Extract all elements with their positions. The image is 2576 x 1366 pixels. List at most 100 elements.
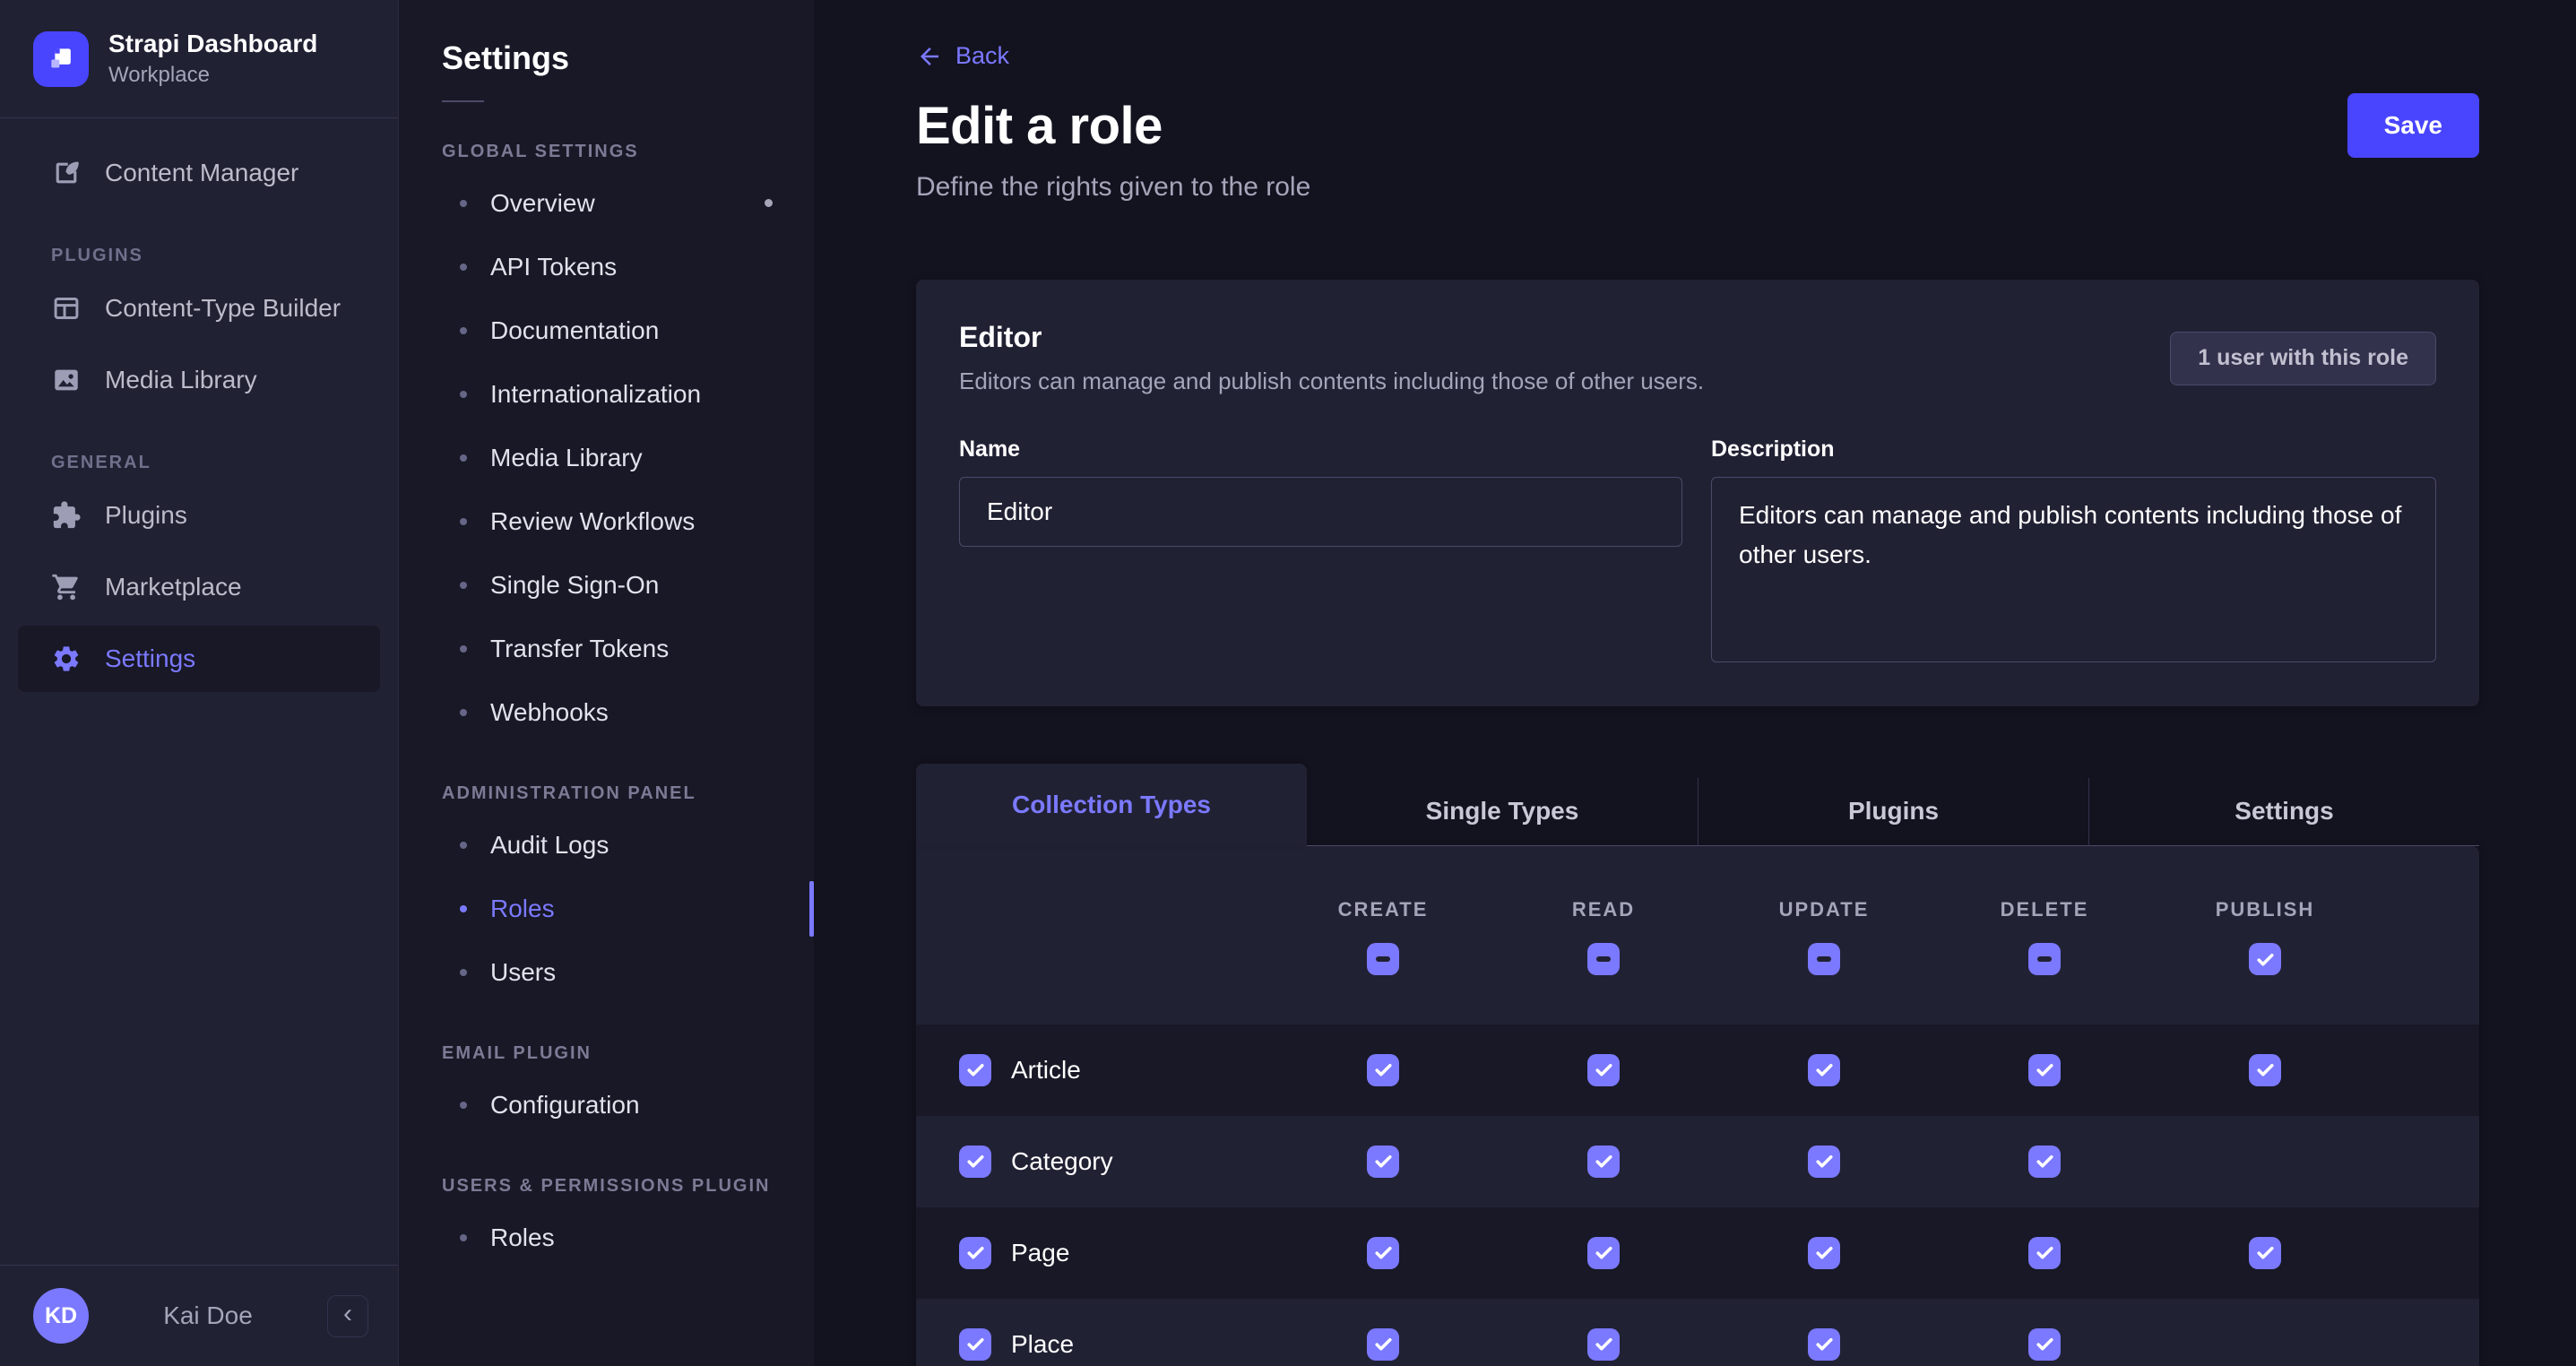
tab-single-types[interactable]: Single Types (1307, 778, 1698, 846)
page-update-checkbox[interactable] (1808, 1237, 1840, 1269)
tab-plugins[interactable]: Plugins (1698, 778, 2088, 846)
sidebar-item-marketplace[interactable]: Marketplace (18, 554, 380, 620)
subnav-item-audit-logs[interactable]: Audit Logs (399, 813, 814, 877)
row-label: Category (1011, 1147, 1113, 1176)
image-icon (51, 365, 82, 395)
check-icon (1593, 1333, 1615, 1355)
user-avatar[interactable]: KD (33, 1288, 89, 1344)
article-publish-checkbox[interactable] (2249, 1054, 2281, 1086)
subnav-sections: GLOBAL SETTINGSOverviewAPI TokensDocumen… (399, 142, 814, 1269)
place-update-checkbox[interactable] (1808, 1328, 1840, 1361)
check-icon (2254, 1059, 2277, 1081)
sidebar-item-plugins[interactable]: Plugins (18, 482, 380, 549)
select-all-publish-checkbox[interactable] (2249, 943, 2281, 975)
category-delete-checkbox[interactable] (2028, 1146, 2061, 1178)
subnav-item-roles[interactable]: Roles (399, 877, 814, 940)
sidebar-item-label: Content-Type Builder (105, 294, 341, 323)
subnav-item-api-tokens[interactable]: API Tokens (399, 235, 814, 298)
article-select-checkbox[interactable] (959, 1054, 991, 1086)
article-create-checkbox[interactable] (1367, 1054, 1399, 1086)
subnav-item-label: Internationalization (490, 380, 701, 409)
role-description-input[interactable]: Editors can manage and publish contents … (1711, 477, 2436, 662)
sidebar-item-settings[interactable]: Settings (18, 626, 380, 692)
sidebar-item-label: Plugins (105, 501, 187, 530)
table-row-page: Page (916, 1207, 2479, 1299)
sidebar-item-content-type-builder[interactable]: Content-Type Builder (18, 275, 380, 342)
description-field-label: Description (1711, 437, 2436, 463)
tab-collection-types[interactable]: Collection Types (916, 764, 1307, 846)
row-name-cell: Article (916, 1054, 1273, 1086)
category-update-checkbox[interactable] (1808, 1146, 1840, 1178)
select-all-delete-checkbox[interactable] (2028, 943, 2061, 975)
place-select-checkbox[interactable] (959, 1328, 991, 1361)
place-read-checkbox[interactable] (1587, 1328, 1620, 1361)
sidebar-item-media-library[interactable]: Media Library (18, 347, 380, 413)
select-all-read-checkbox[interactable] (1587, 943, 1620, 975)
select-all-create-checkbox[interactable] (1367, 943, 1399, 975)
select-all-update-checkbox[interactable] (1808, 943, 1840, 975)
subnav-item-configuration[interactable]: Configuration (399, 1073, 814, 1137)
save-button[interactable]: Save (2347, 93, 2479, 158)
article-read-checkbox[interactable] (1587, 1054, 1620, 1086)
users-with-role-button[interactable]: 1 user with this role (2170, 332, 2436, 385)
permissions-section: Collection TypesSingle TypesPluginsSetti… (916, 764, 2479, 1366)
row-label: Article (1011, 1056, 1081, 1085)
subnav-item-users[interactable]: Users (399, 940, 814, 1004)
article-update-checkbox[interactable] (1808, 1054, 1840, 1086)
pen-icon (51, 158, 82, 188)
subnav-section-label: USERS & PERMISSIONS PLUGIN (442, 1176, 814, 1197)
page-publish-checkbox[interactable] (2249, 1237, 2281, 1269)
page-select-checkbox[interactable] (959, 1237, 991, 1269)
layout-icon (51, 293, 82, 324)
workspace-title: Strapi Dashboard (108, 30, 317, 58)
bullet-icon (460, 454, 467, 462)
subnav-item-label: API Tokens (490, 253, 617, 281)
subnav-item-internationalization[interactable]: Internationalization (399, 362, 814, 426)
subnav-item-label: Media Library (490, 444, 643, 472)
indeterminate-dash-icon (2037, 956, 2052, 962)
check-icon (1593, 1241, 1615, 1264)
subnav-item-review-workflows[interactable]: Review Workflows (399, 489, 814, 553)
category-select-checkbox[interactable] (959, 1146, 991, 1178)
subnav-item-roles[interactable]: Roles (399, 1206, 814, 1269)
subnav-item-overview[interactable]: Overview (399, 171, 814, 235)
back-link[interactable]: Back (916, 42, 1009, 70)
workspace-brand[interactable]: Strapi Dashboard Workplace (0, 0, 398, 118)
subnav-item-media-library[interactable]: Media Library (399, 426, 814, 489)
indeterminate-dash-icon (1817, 956, 1831, 962)
subnav-item-label: Configuration (490, 1091, 640, 1120)
category-read-checkbox[interactable] (1587, 1146, 1620, 1178)
sidebar-item-label: Marketplace (105, 573, 242, 601)
column-header-label: DELETE (2001, 898, 2089, 921)
subnav-divider (442, 100, 484, 102)
notification-dot (765, 199, 773, 207)
tab-settings[interactable]: Settings (2088, 778, 2479, 846)
check-icon (1372, 1333, 1395, 1355)
place-delete-checkbox[interactable] (2028, 1328, 2061, 1361)
page-delete-checkbox[interactable] (2028, 1237, 2061, 1269)
place-create-checkbox[interactable] (1367, 1328, 1399, 1361)
page-create-checkbox[interactable] (1367, 1237, 1399, 1269)
column-header-label: CREATE (1338, 898, 1429, 921)
role-name-input[interactable] (959, 477, 1682, 547)
permission-cell (1714, 1237, 1934, 1269)
collapse-sidebar-button[interactable]: ‹ (327, 1295, 368, 1337)
permission-cell (1273, 1146, 1493, 1178)
permission-cell (1273, 1328, 1493, 1361)
check-icon (964, 1150, 987, 1172)
page-read-checkbox[interactable] (1587, 1237, 1620, 1269)
subnav-item-webhooks[interactable]: Webhooks (399, 680, 814, 744)
subnav-title: Settings (442, 39, 814, 77)
bullet-icon (460, 200, 467, 207)
article-delete-checkbox[interactable] (2028, 1054, 2061, 1086)
subnav-item-single-sign-on[interactable]: Single Sign-On (399, 553, 814, 617)
permission-cell (1493, 1146, 1714, 1178)
sidebar-item-content-manager[interactable]: Content Manager (18, 140, 380, 206)
permission-cell (1493, 1237, 1714, 1269)
strapi-logo-icon (33, 31, 89, 87)
subnav-item-documentation[interactable]: Documentation (399, 298, 814, 362)
category-create-checkbox[interactable] (1367, 1146, 1399, 1178)
check-icon (2034, 1059, 2056, 1081)
page-title: Edit a role (916, 96, 2479, 156)
subnav-item-transfer-tokens[interactable]: Transfer Tokens (399, 617, 814, 680)
